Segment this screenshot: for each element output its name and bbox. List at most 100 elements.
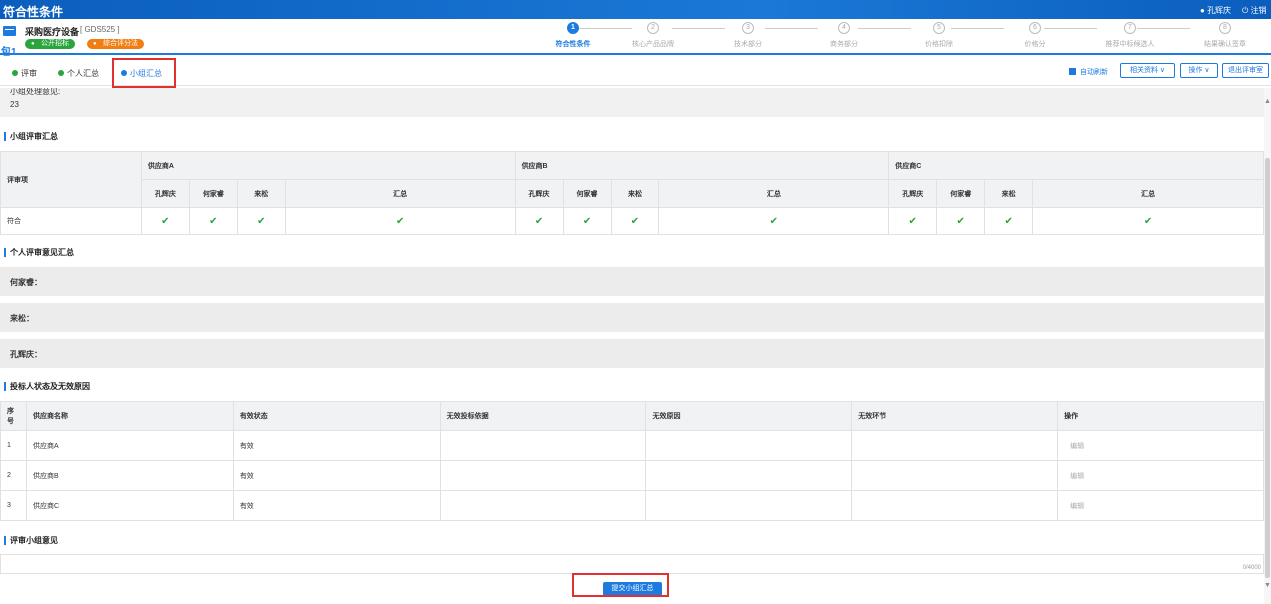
auto-refresh-checkbox[interactable]: 自动刷新 [1069,67,1108,77]
column-header: 供应商名称 [25,401,234,431]
opinion-label: 小组处理意见: [10,88,61,96]
step-number: 6 [1029,22,1041,34]
row-number: 3 [0,490,27,521]
review-item-header: 评审项 [0,151,142,208]
tab-label: 个人汇总 [67,69,99,78]
member-header: 来松 [610,179,660,208]
current-user[interactable]: ● 孔辉庆 [1200,5,1231,16]
step-label: 价格分 [1024,41,1046,48]
step-4[interactable]: 4 商务部分 [809,22,879,49]
step-label: 结果确认签章 [1204,41,1246,48]
step-number: 8 [1219,22,1231,34]
submit-highlight [572,573,669,597]
member-header: 孔辉庆 [514,179,564,208]
edit-link[interactable]: 编辑 [1057,460,1264,491]
tab-review[interactable]: 评审 [12,68,37,79]
person-name: 何家睿： [10,278,42,287]
person-name: 来松： [10,314,34,323]
step-label: 核心产品品牌 [632,41,674,48]
evaluation-method-badge: 综合评分法 [87,39,144,49]
column-header: 序号 [0,401,27,431]
scroll-up-icon[interactable]: ▲ [1264,98,1271,105]
step-label: 推荐中标候选人 [1105,41,1155,48]
step-label: 价格扣除 [925,41,953,48]
check-icon: ✔ [562,207,612,235]
check-icon: ✔ [284,207,516,235]
scrollbar[interactable]: ▲ ▼ [1264,88,1271,604]
package-label: 包1 [1,47,17,58]
edit-link[interactable]: 编辑 [1057,430,1264,461]
operations-button[interactable]: 操作 ∨ [1180,63,1218,78]
check-icon: ✔ [514,207,564,235]
step-number: 3 [742,22,754,34]
procurement-method-badge: 公开招标 [25,39,75,49]
check-icon: ✔ [188,207,238,235]
edit-link[interactable]: 编辑 [1057,490,1264,521]
step-number: 2 [647,22,659,34]
page-title: 符合性条件 [3,5,64,19]
step-number: 1 [567,22,579,34]
member-header: 何家睿 [562,179,612,208]
invalid-stage [851,430,1059,461]
scrollbar-thumb[interactable] [1265,158,1270,578]
progress-steps: 1 符合性条件 2 核心产品品牌 3 技术部分 4 商务部分 5 价格扣除 6 价格分 7 推… [520,22,1271,54]
exit-review-button[interactable]: 退出评审室 [1222,63,1269,78]
personal-opinion-block: 何家睿： [0,267,1264,296]
step-2[interactable]: 2 核心产品品牌 [618,22,688,49]
section-title-personal-opinions: 个人评审意见汇总 [4,248,74,257]
status-dot-icon [12,70,18,76]
step-1[interactable]: 1 符合性条件 [538,22,608,49]
invalid-basis [439,430,647,461]
member-header: 来松 [236,179,286,208]
supplier-header: 供应商A [140,151,516,180]
related-docs-button[interactable]: 相关资料 ∨ [1120,63,1175,78]
supplier-name: 供应商C [25,490,234,521]
invalid-basis [439,490,647,521]
check-icon: ✔ [658,207,890,235]
invalid-basis [439,460,647,491]
step-8[interactable]: 8 结果确认签章 [1190,22,1260,49]
bidder-status-table: 序号 供应商名称 有效状态 无效投标依据 无效原因 无效环节 操作 1 供应商A… [0,401,1264,521]
section-title-bidder-status: 投标人状态及无效原因 [4,382,90,391]
tab-personal-summary[interactable]: 个人汇总 [58,68,99,79]
active-tab-highlight [112,58,176,88]
check-icon: ✔ [610,207,660,235]
step-5[interactable]: 5 价格扣除 [904,22,974,49]
project-name: 采购医疗设备 [25,27,80,37]
person-name: 孔辉庆： [10,350,42,359]
package-icon [3,26,16,36]
member-header: 孔辉庆 [888,179,938,208]
review-item-name: 符合 [0,207,142,235]
valid-status: 有效 [232,460,441,491]
status-dot-icon [58,70,64,76]
table-row: 2 供应商B 有效 编辑 [0,460,1264,491]
opinion-value: 23 [10,100,19,109]
invalid-stage [851,460,1059,491]
column-header: 无效原因 [645,401,853,431]
step-6[interactable]: 6 价格分 [1000,22,1070,49]
section-title-group-summary: 小组评审汇总 [4,132,58,141]
personal-opinion-block: 孔辉庆： [0,339,1264,368]
checkbox-icon [1069,68,1076,75]
table-row: 1 供应商A 有效 编辑 [0,430,1264,461]
logout-button[interactable]: ⏻ 注销 [1242,5,1267,16]
group-summary-table: 评审项 供应商A 供应商B 供应商C 孔辉庆 何家睿 来松 汇总 孔辉庆 何家睿… [0,151,1264,235]
check-icon: ✔ [888,207,938,235]
top-bar: 符合性条件 ● 孔辉庆 ⏻ 注销 [0,0,1271,19]
group-opinion-textarea[interactable]: 0/4000 [0,554,1264,574]
project-code: [ GDS525 ] [80,25,120,34]
step-3[interactable]: 3 技术部分 [713,22,783,49]
step-label: 技术部分 [734,41,762,48]
section-title-group-opinion: 评审小组意见 [4,536,58,545]
scroll-down-icon[interactable]: ▼ [1264,582,1271,589]
column-header: 操作 [1057,401,1264,431]
step-7[interactable]: 7 推荐中标候选人 [1095,22,1165,49]
supplier-name: 供应商B [25,460,234,491]
step-label: 商务部分 [830,41,858,48]
logout-label: 注销 [1250,6,1267,15]
member-header: 来松 [984,179,1034,208]
user-name: 孔辉庆 [1207,6,1232,15]
summary-header: 汇总 [1032,179,1264,208]
check-icon: ✔ [984,207,1034,235]
auto-refresh-label: 自动刷新 [1080,69,1108,76]
